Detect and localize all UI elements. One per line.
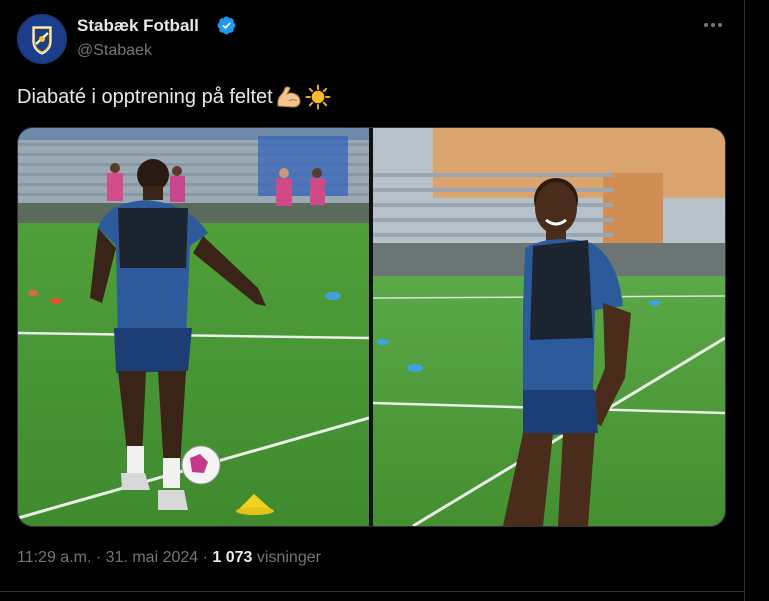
- divider: [0, 591, 744, 592]
- tweet-date[interactable]: 31. mai 2024: [106, 549, 199, 566]
- timeline-border: [744, 0, 745, 601]
- media-grid[interactable]: [17, 127, 726, 527]
- views-label: visninger: [256, 549, 321, 566]
- tweet-time[interactable]: 11:29 a.m.: [17, 549, 91, 566]
- separator: ·: [202, 549, 208, 566]
- separator: ·: [95, 549, 102, 566]
- verified-badge-icon[interactable]: [216, 15, 237, 36]
- tweet-text: Diabaté i opptrening på feltet: [17, 84, 331, 110]
- views-count[interactable]: 1 073: [212, 549, 252, 566]
- flexed-biceps-icon: [277, 86, 301, 108]
- display-name[interactable]: Stabæk Fotball: [77, 16, 199, 36]
- tweet-metadata: 11:29 a.m. · 31. mai 2024 · 1 073 visnin…: [17, 549, 321, 567]
- sun-icon: [305, 84, 331, 110]
- football-player-smiling-photo[interactable]: [373, 128, 725, 526]
- football-player-passing-photo[interactable]: [18, 128, 369, 526]
- more-options-icon[interactable]: [700, 14, 726, 36]
- avatar[interactable]: [17, 14, 67, 64]
- account-handle[interactable]: @Stabaek: [77, 42, 152, 60]
- club-crest-icon: [23, 20, 61, 58]
- tweet-body: Diabaté i opptrening på feltet: [17, 85, 273, 108]
